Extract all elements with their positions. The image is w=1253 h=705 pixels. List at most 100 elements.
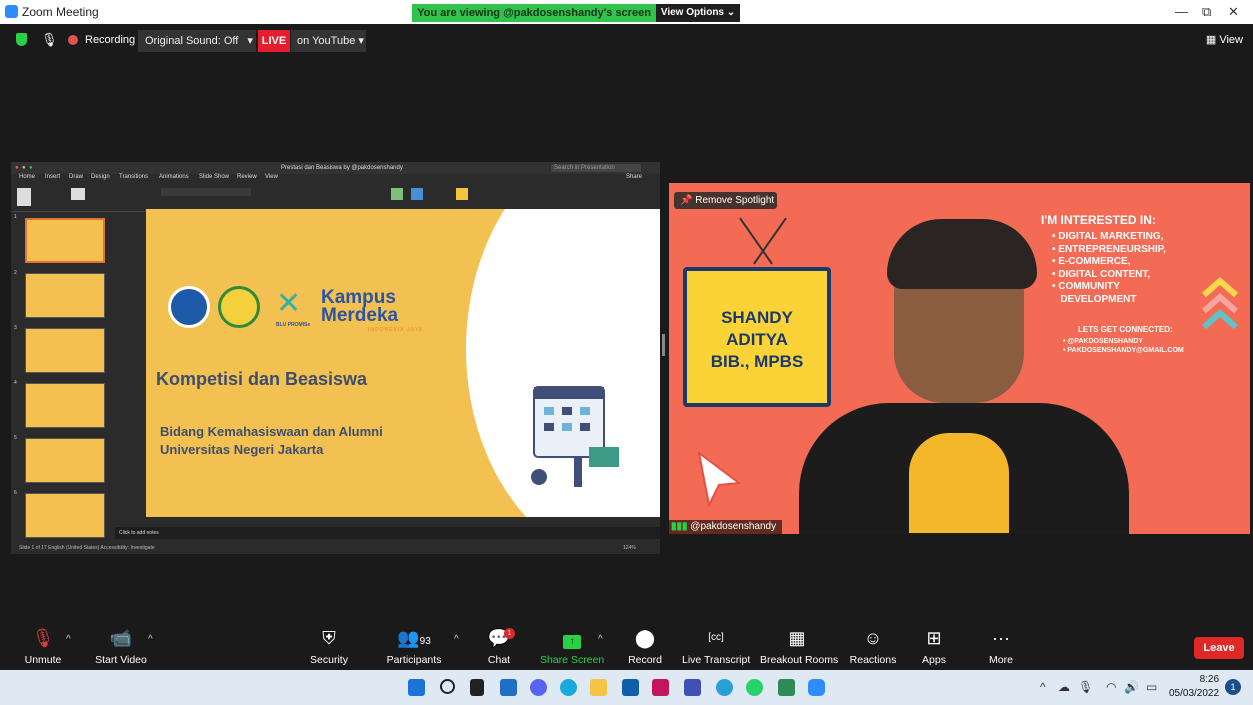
notes-placeholder[interactable]: Click to add notes	[115, 527, 660, 539]
security-shield-icon[interactable]	[16, 33, 27, 46]
ppt-tab[interactable]: Draw	[69, 174, 83, 180]
widgets-icon[interactable]	[500, 679, 517, 696]
live-transcript-button[interactable]: [cc] Live Transcript	[682, 624, 750, 666]
youtube-stream-button[interactable]: on YouTube ▾	[291, 30, 366, 52]
ppt-tab[interactable]: Animations	[159, 174, 189, 180]
ppt-tab[interactable]: Transitions	[119, 174, 148, 180]
recording-label[interactable]: Recording	[85, 34, 135, 46]
grid-view-icon: ▦	[1205, 34, 1217, 46]
volume-icon[interactable]: 🔊	[1124, 680, 1139, 694]
slide-thumbnail[interactable]	[25, 273, 105, 318]
ppt-search-input[interactable]: Search in Presentation	[551, 164, 641, 172]
slide-thumbnail[interactable]	[25, 493, 105, 538]
ppt-tab[interactable]: Design	[91, 174, 110, 180]
clock-time: 8:26	[1199, 674, 1220, 685]
new-slide-icon[interactable]	[71, 188, 85, 200]
ppt-tab[interactable]: Home	[19, 174, 35, 180]
ppt-titlebar: ● ● ● Prestasi dan Beasiswa by @pakdosensh…	[11, 162, 660, 174]
remove-spotlight-label: Remove Spotlight	[695, 195, 775, 206]
ppt-tab[interactable]: Review	[237, 174, 257, 180]
app-icon[interactable]	[652, 679, 669, 696]
interest-item: • ENTREPRENEURSHIP,	[1052, 243, 1166, 255]
mic-icon[interactable]: 🎙	[1078, 680, 1093, 694]
sign-string	[753, 217, 787, 265]
task-view-icon[interactable]	[470, 679, 484, 696]
caret-up-icon[interactable]: ^	[66, 634, 71, 645]
cloud-icon[interactable]: ☁	[1058, 680, 1070, 694]
close-icon[interactable]: ✕	[1228, 4, 1239, 20]
connect-item: • @PAKDOSENSHANDY	[1063, 338, 1143, 345]
apps-label: Apps	[922, 654, 946, 666]
splitter-handle[interactable]	[662, 334, 665, 356]
breakout-rooms-button[interactable]: ▦ Breakout Rooms	[760, 624, 838, 666]
window-title: Zoom Meeting	[22, 5, 99, 19]
reactions-label: Reactions	[849, 654, 897, 666]
shapes-icon[interactable]	[411, 188, 423, 200]
photo-app-icon[interactable]	[684, 679, 701, 696]
notification-badge[interactable]: 1	[1225, 679, 1241, 695]
caret-up-icon[interactable]: ^	[454, 634, 459, 645]
slide-thumbnail[interactable]	[25, 218, 105, 263]
thumbnail-number: 2	[14, 270, 17, 276]
speaker-video[interactable]: 📌 Remove Spotlight SHANDY ADITYA BIB., M…	[669, 183, 1250, 534]
chevron-up-icon[interactable]: ^	[1040, 680, 1046, 694]
chat-app-icon[interactable]	[530, 679, 547, 696]
remove-spotlight-button[interactable]: 📌 Remove Spotlight	[674, 192, 777, 209]
wifi-icon[interactable]: ◠	[1106, 680, 1116, 694]
original-sound-button[interactable]: Original Sound: Off ▾	[138, 30, 256, 52]
ppt-share-button[interactable]: Share	[626, 174, 642, 180]
font-family-select[interactable]	[161, 188, 251, 196]
minimize-icon[interactable]: —	[1175, 4, 1188, 19]
slide-thumbnail[interactable]	[25, 328, 105, 373]
ppt-tab[interactable]: Slide Show	[199, 174, 229, 180]
start-video-label: Start Video	[95, 654, 147, 666]
caret-up-icon[interactable]: ^	[598, 634, 603, 645]
reactions-button[interactable]: ☺ Reactions	[849, 624, 897, 666]
interests-list: • DIGITAL MARKETING, • ENTREPRENEURSHIP,…	[1052, 231, 1166, 306]
screenshot-app-icon[interactable]	[778, 679, 795, 696]
thumbnail-number: 5	[14, 435, 17, 441]
slide-thumbnail[interactable]	[25, 438, 105, 483]
security-button[interactable]: ⛨ Security	[308, 624, 350, 666]
picture-icon[interactable]	[391, 188, 403, 200]
participants-button[interactable]: 👥93 Participants	[384, 624, 444, 666]
windows-start-icon[interactable]	[408, 679, 425, 696]
meeting-area: 🎙 Recording Original Sound: Off ▾ LIVE o…	[0, 24, 1253, 624]
windows-taskbar: ^ ☁ 🎙 ◠ 🔊 ▭ 8:26 05/03/2022 1	[0, 670, 1253, 705]
mail-icon[interactable]	[622, 679, 639, 696]
pin-icon: 📌	[680, 195, 693, 206]
file-explorer-icon[interactable]	[590, 679, 607, 696]
leave-button[interactable]: Leave	[1194, 637, 1244, 659]
system-clock[interactable]: 8:26 05/03/2022	[1169, 673, 1220, 701]
breakout-rooms-icon: ▦	[788, 628, 806, 648]
caret-up-icon[interactable]: ^	[148, 634, 153, 645]
edge-browser-icon[interactable]	[560, 679, 577, 696]
thumbnail-number: 4	[14, 380, 17, 386]
unmute-button[interactable]: 🎙 Unmute	[20, 624, 66, 666]
search-icon[interactable]	[440, 679, 455, 694]
whatsapp-icon[interactable]	[746, 679, 763, 696]
ppt-zoom-level: 124%	[623, 545, 636, 551]
ppt-title: Prestasi dan Beasiswa by @pakdosenshandy	[281, 165, 403, 171]
record-button[interactable]: ⬤ Record	[626, 624, 664, 666]
name-sign: SHANDY ADITYA BIB., MPBS	[683, 267, 831, 407]
restore-icon[interactable]: ⧉	[1202, 4, 1211, 20]
battery-icon[interactable]: ▭	[1146, 680, 1157, 694]
live-badge: LIVE	[258, 30, 290, 52]
apps-button[interactable]: ⊞ Apps	[920, 624, 948, 666]
ppt-tab[interactable]: View	[265, 174, 278, 180]
view-options-button[interactable]: View Options ⌄	[656, 4, 740, 22]
ppt-tab[interactable]: Insert	[45, 174, 60, 180]
share-screen-icon-wrap: ↑	[540, 624, 604, 652]
start-video-button[interactable]: 📹 Start Video	[94, 624, 148, 666]
zoom-taskbar-icon[interactable]	[808, 679, 825, 696]
slide-thumbnail[interactable]	[25, 383, 105, 428]
telegram-icon[interactable]	[716, 679, 733, 696]
share-screen-button[interactable]: ↑ Share Screen	[540, 624, 604, 666]
paste-icon[interactable]	[17, 188, 31, 206]
clock-date: 05/03/2022	[1169, 688, 1220, 699]
view-button[interactable]: ▦ View	[1206, 33, 1243, 46]
more-button[interactable]: ··· More	[986, 624, 1016, 666]
chat-button[interactable]: 💬 1 Chat	[484, 624, 515, 666]
arrange-icon[interactable]	[456, 188, 468, 200]
